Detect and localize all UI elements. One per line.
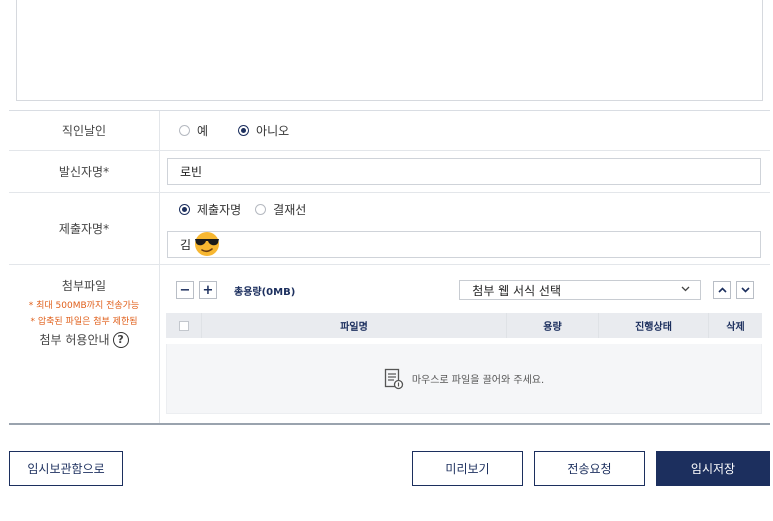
label-sender: 발신자명* <box>9 151 160 192</box>
file-table: 파일명 용량 진행상태 삭제 마우스로 파일을 끌어와 주세요. <box>166 313 762 414</box>
move-up-button[interactable] <box>713 281 732 299</box>
add-file-button[interactable]: + <box>199 281 217 299</box>
radio-approval-line[interactable]: 결재선 <box>255 201 306 218</box>
header-progress-status: 진행상태 <box>598 313 708 338</box>
row-seal: 직인날인 예 아니오 <box>9 111 770 151</box>
question-circle-icon[interactable]: ? <box>112 331 129 348</box>
radio-dot-selected <box>238 125 250 136</box>
chevron-down-icon <box>741 287 750 293</box>
attach-toolbar: − + 총용량(0MB) 첨부 웹 서식 선택 <box>167 280 762 300</box>
radio-dot-selected <box>179 204 190 215</box>
radio-dot <box>179 125 190 136</box>
select-all-checkbox[interactable] <box>166 313 202 338</box>
temp-save-button[interactable]: 임시저장 <box>656 451 770 486</box>
header-delete: 삭제 <box>708 313 762 338</box>
row-sender: 발신자명* 로빈 <box>9 151 770 193</box>
file-table-header: 파일명 용량 진행상태 삭제 <box>166 313 762 338</box>
label-attachment: 첨부파일 * 최대 500MB까지 전송가능 * 압축된 파일은 첨부 제한됨 … <box>9 265 160 423</box>
form-table: 직인날인 예 아니오 발신자명* 로빈 제출자명* 제출자명 결재선 김 첨부파… <box>9 110 770 425</box>
label-seal: 직인날인 <box>9 111 160 150</box>
send-request-button[interactable]: 전송요청 <box>534 451 645 486</box>
move-down-button[interactable] <box>736 281 755 299</box>
total-size-label: 총용량(0MB) <box>234 286 296 298</box>
chevron-down-icon <box>681 285 690 295</box>
remove-file-button[interactable]: − <box>176 281 194 299</box>
label-submitter: 제출자명* <box>9 193 160 264</box>
seal-radio-group: 예 아니오 <box>167 122 762 139</box>
header-file-size: 용량 <box>506 313 598 338</box>
row-submitter: 제출자명* 제출자명 결재선 김 <box>9 193 770 265</box>
attach-note-size: * 최대 500MB까지 전송가능 <box>28 301 140 311</box>
content-textarea[interactable] <box>16 0 763 101</box>
web-template-select[interactable]: 첨부 웹 서식 선택 <box>459 280 702 300</box>
preview-button[interactable]: 미리보기 <box>412 451 523 486</box>
submitter-radio-group: 제출자명 결재선 <box>167 201 762 218</box>
header-file-name: 파일명 <box>340 322 368 333</box>
file-dropzone[interactable]: 마우스로 파일을 끌어와 주세요. <box>166 344 762 414</box>
radio-seal-no[interactable]: 아니오 <box>238 122 289 139</box>
sender-name-input[interactable]: 로빈 <box>167 158 761 185</box>
go-temp-box-button[interactable]: 임시보관함으로 <box>9 451 123 486</box>
submitter-name-input[interactable]: 김 <box>167 231 761 258</box>
radio-submitter-name[interactable]: 제출자명 <box>179 201 241 218</box>
chevron-up-icon <box>718 287 727 293</box>
attach-note-compressed: * 압축된 파일은 첨부 제한됨 <box>30 317 138 327</box>
sunglasses-face-icon <box>192 229 222 260</box>
radio-dot <box>255 204 267 215</box>
row-attachment: 첨부파일 * 최대 500MB까지 전송가능 * 압축된 파일은 첨부 제한됨 … <box>9 265 770 425</box>
document-icon <box>384 368 403 389</box>
radio-seal-yes[interactable]: 예 <box>179 122 208 139</box>
attach-guide[interactable]: 첨부 허용안내 ? <box>39 331 129 348</box>
